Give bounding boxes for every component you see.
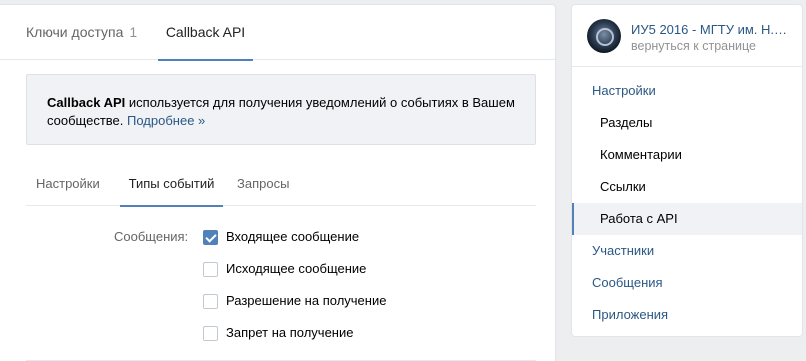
checkbox-icon[interactable] (203, 293, 218, 309)
sidebar-item-settings[interactable]: Настройки (572, 75, 802, 107)
main-panel: Ключи доступа 1 Callback API Callback API… (0, 4, 556, 361)
checkbox-outgoing-message[interactable]: Исходящее сообщение (203, 260, 366, 278)
sidebar-item-sections[interactable]: Разделы (572, 107, 802, 139)
back-to-page-link[interactable]: вернуться к странице (631, 38, 756, 54)
checkbox-allow-receive[interactable]: Разрешение на получение (203, 292, 386, 310)
info-bold: Callback API (47, 95, 126, 110)
checkbox-icon[interactable] (203, 261, 218, 277)
checkbox-label: Запрет на получение (226, 325, 354, 340)
messages-label: Сообщения: (114, 229, 189, 244)
group-name[interactable]: ИУ5 2016 - МГТУ им. Н.Э. Баумана (631, 22, 796, 38)
sidebar-item-apps[interactable]: Приложения (572, 299, 802, 331)
tab-requests[interactable]: Запросы (237, 166, 289, 206)
checkbox-checked-icon[interactable] (203, 229, 218, 245)
sidebar-item-comments[interactable]: Комментарии (572, 139, 802, 171)
checkbox-label: Входящее сообщение (226, 229, 360, 244)
sidebar-item-links[interactable]: Ссылки (572, 171, 802, 203)
group-avatar[interactable] (587, 19, 621, 53)
sidebar-item-api[interactable]: Работа с API (572, 203, 802, 235)
top-tabs: Ключи доступа 1 Callback API (0, 5, 555, 61)
tab-access-keys[interactable]: Ключи доступа 1 (26, 5, 137, 60)
sidebar: ИУ5 2016 - МГТУ им. Н.Э. Баумана вернуть… (571, 4, 803, 337)
tab-callback-api[interactable]: Callback API (158, 5, 253, 61)
group-header[interactable]: ИУ5 2016 - МГТУ им. Н.Э. Баумана вернуть… (572, 5, 802, 67)
checkbox-label: Исходящее сообщение (226, 261, 367, 276)
more-link[interactable]: Подробнее » (127, 113, 205, 128)
checkbox-incoming-message[interactable]: Входящее сообщение (203, 228, 359, 246)
tab-access-keys-count: 1 (129, 24, 138, 40)
tab-settings[interactable]: Настройки (36, 166, 100, 206)
sidebar-item-messages[interactable]: Сообщения (572, 267, 802, 299)
checkbox-deny-receive[interactable]: Запрет на получение (203, 324, 353, 342)
checkbox-label: Разрешение на получение (226, 293, 387, 308)
sidebar-item-members[interactable]: Участники (572, 235, 802, 267)
tab-event-types[interactable]: Типы событий (120, 166, 223, 207)
checkbox-icon[interactable] (203, 325, 218, 341)
tab-access-keys-label: Ключи доступа (26, 24, 124, 40)
sub-tabs: Настройки Типы событий Запросы (26, 166, 536, 207)
info-box: Callback API используется для получения … (26, 74, 536, 145)
